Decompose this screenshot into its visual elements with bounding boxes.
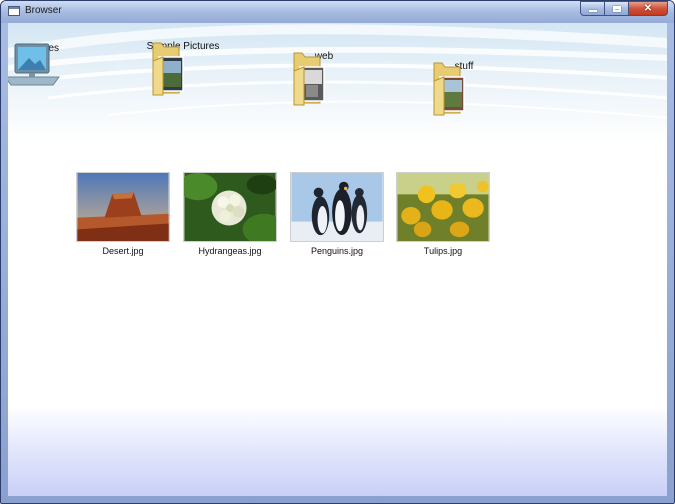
thumbnail-label: Hydrangeas.jpg	[198, 246, 262, 256]
computer-icon	[8, 43, 60, 86]
thumbnail-hydrangeas[interactable]: Hydrangeas.jpg	[182, 172, 278, 256]
nav-item-sample-pictures[interactable]: Sample Pictures	[143, 39, 223, 96]
minimize-icon	[588, 10, 597, 12]
hydrangeas-image	[183, 172, 277, 242]
folder-navigation-band: Pictures Sample Pictures	[8, 23, 667, 141]
thumbnail-tulips[interactable]: Tulips.jpg	[395, 172, 491, 256]
app-window-icon	[8, 6, 20, 16]
maximize-button[interactable]	[604, 1, 628, 16]
folder-icon	[152, 42, 184, 96]
thumbnail-label: Penguins.jpg	[310, 246, 364, 256]
close-icon: ✕	[643, 2, 653, 14]
folder-icon	[293, 52, 325, 106]
title-bar[interactable]: Browser ✕	[1, 1, 674, 23]
minimize-button[interactable]	[580, 1, 604, 16]
window-title: Browser	[25, 5, 62, 16]
thumbnail-desert[interactable]: Desert.jpg	[75, 172, 171, 256]
app-window: Browser ✕ Sample Pictures web stuff Dese…	[0, 0, 675, 504]
maximize-icon	[612, 5, 621, 12]
tulips-image	[396, 172, 490, 242]
footer-gradient	[8, 406, 667, 496]
thumbnail-penguins[interactable]: Penguins.jpg	[289, 172, 385, 256]
close-button[interactable]: ✕	[628, 1, 668, 16]
nav-item-stuff[interactable]: stuff	[424, 59, 504, 116]
penguins-image	[290, 172, 384, 242]
folder-icon	[433, 62, 465, 116]
nav-item-pictures[interactable]: Pictures	[8, 41, 81, 86]
thumbnail-label: Tulips.jpg	[423, 246, 463, 256]
header-swoosh-decoration	[8, 24, 667, 119]
caption-buttons: ✕	[580, 1, 668, 17]
browser-content: Pictures Sample Pictures	[8, 23, 667, 496]
desert-image	[76, 172, 170, 242]
thumbnail-label: Desert.jpg	[102, 246, 144, 256]
nav-item-web[interactable]: web	[284, 49, 364, 106]
